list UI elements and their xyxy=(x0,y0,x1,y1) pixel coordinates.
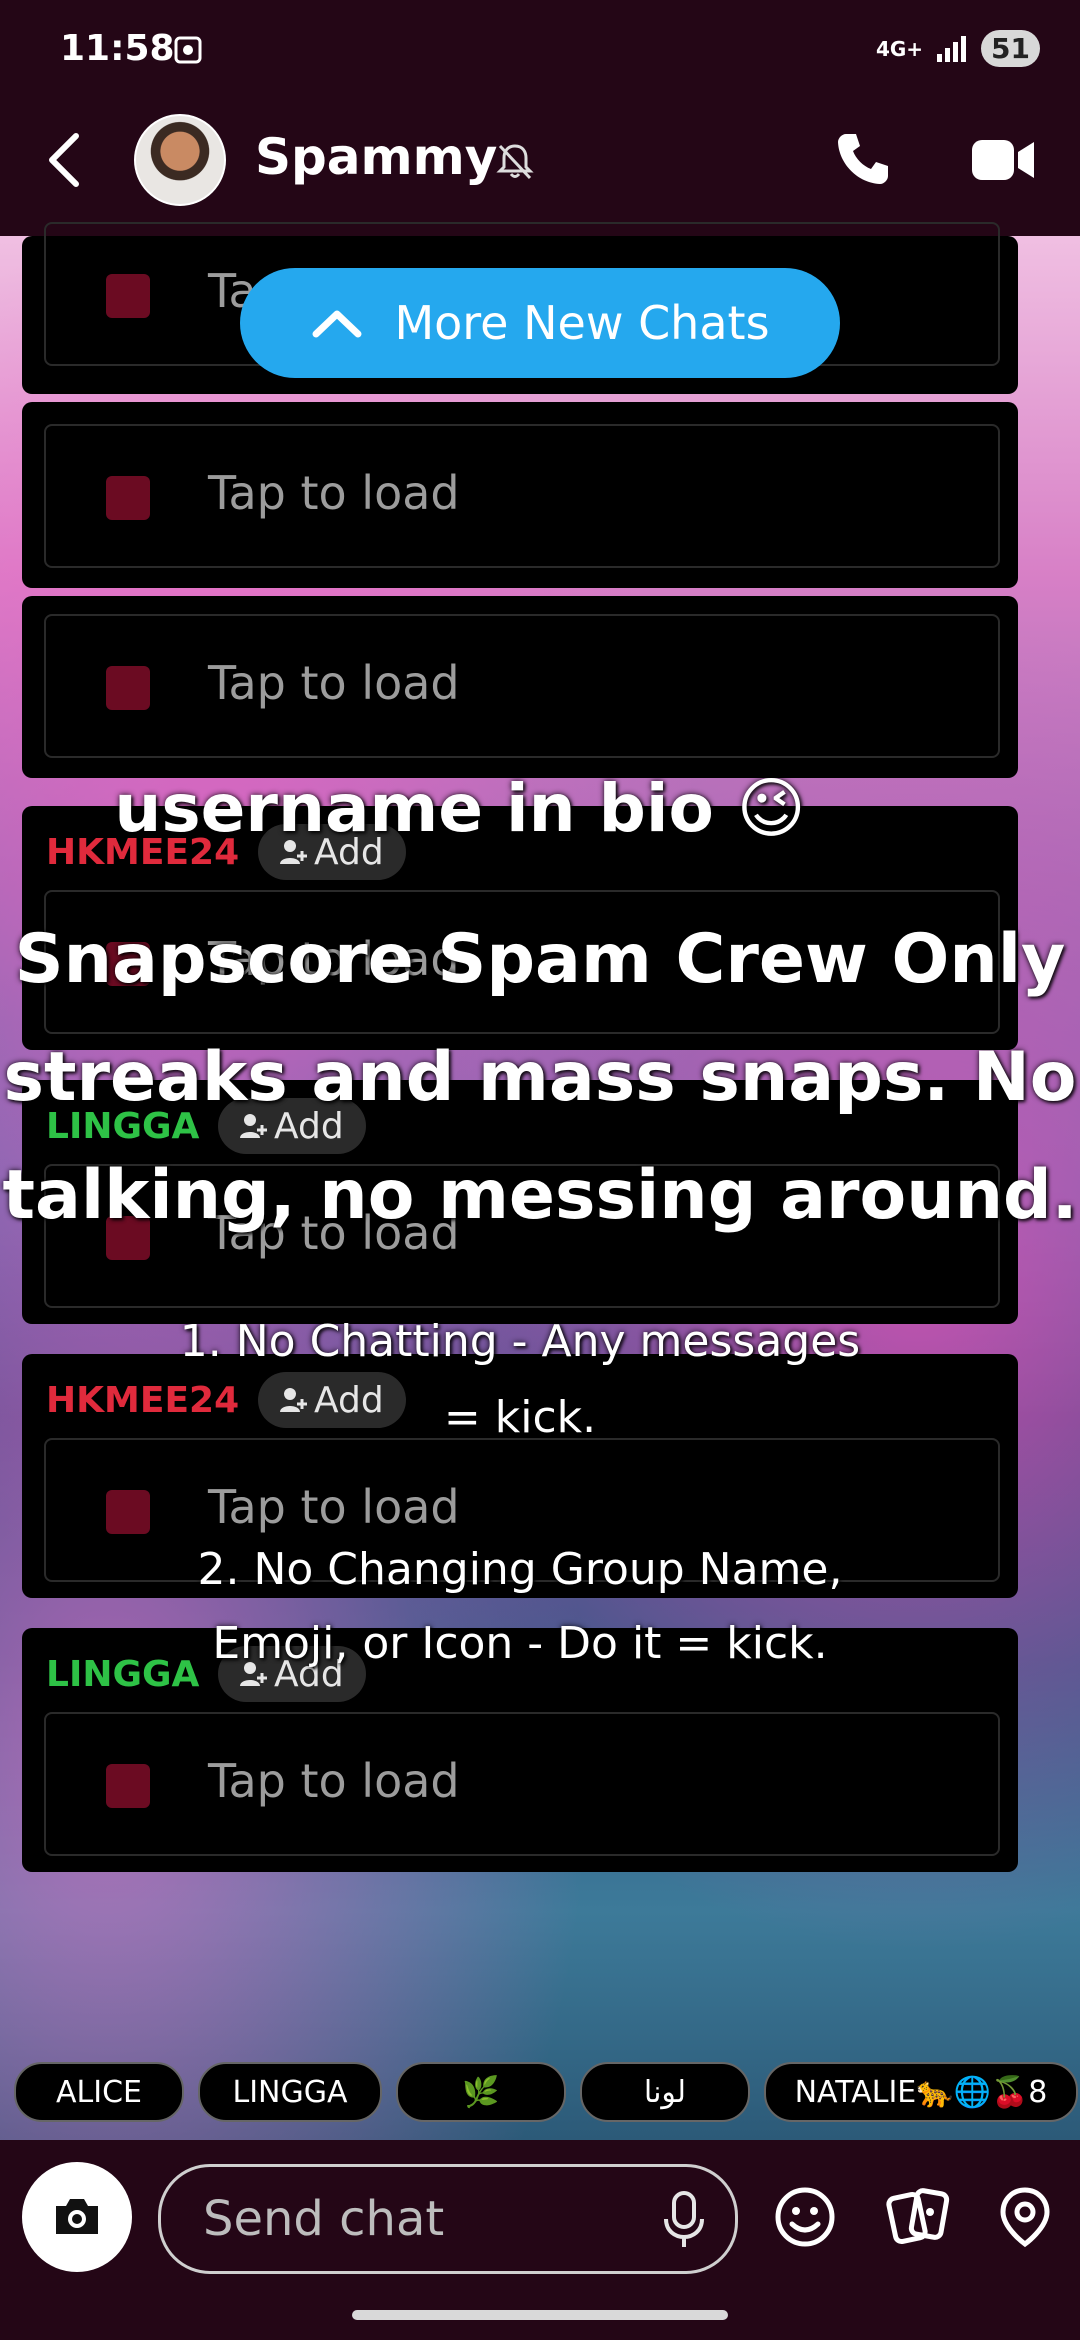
more-new-chats-label: More New Chats xyxy=(394,296,770,350)
overlay-rule-1a: 1. No Chatting - Any messages xyxy=(179,1316,861,1367)
tap-to-load-label: Tap to load xyxy=(208,466,460,520)
chat-header: Spammy xyxy=(0,100,1080,236)
tap-to-load-label: Tap to load xyxy=(208,656,460,710)
send-chat-input[interactable]: Send chat xyxy=(158,2164,738,2274)
message-card: Tap to load xyxy=(22,596,1018,778)
overlay-line-4: talking, no messing around. xyxy=(2,1156,1078,1235)
overlay-line-3: streaks and mass snaps. No xyxy=(3,1038,1077,1117)
snap-placeholder[interactable]: Tap to load xyxy=(44,614,1000,758)
tap-to-load-label: Tap to load xyxy=(208,1754,460,1808)
camera-button[interactable] xyxy=(22,2162,132,2272)
video-call-icon[interactable] xyxy=(970,134,1036,186)
signal-icon xyxy=(937,35,967,62)
more-new-chats-button[interactable]: More New Chats xyxy=(240,268,840,378)
overlay-rule-2a: 2. No Changing Group Name, xyxy=(197,1544,843,1595)
screen-record-icon xyxy=(174,36,202,64)
chat-title[interactable]: Spammy xyxy=(255,128,497,186)
snap-placeholder[interactable]: Tap to load xyxy=(44,424,1000,568)
camera-icon xyxy=(56,2199,98,2234)
tap-to-load-label: Tap to load xyxy=(208,1480,460,1534)
unopened-snap-icon xyxy=(106,476,150,520)
message-card: Tap to load xyxy=(22,402,1018,588)
overlay-line-1: username in bio 😉 xyxy=(114,770,806,847)
status-bar: 11:58 4G+ 51 xyxy=(0,0,1080,100)
status-indicators: 4G+ 51 xyxy=(876,30,1040,67)
overlay-rule-2b: Emoji, or Icon - Do it = kick. xyxy=(212,1618,828,1669)
member-chip[interactable]: NATALIE🐆🌐🍒8 xyxy=(764,2062,1078,2122)
member-chip[interactable]: LINGGA xyxy=(198,2062,382,2122)
unopened-snap-icon xyxy=(106,274,150,318)
unopened-snap-icon xyxy=(106,666,150,710)
chevron-up-icon xyxy=(312,310,362,338)
phone-call-icon[interactable] xyxy=(832,128,894,190)
battery-level: 51 xyxy=(981,30,1040,67)
network-type: 4G+ xyxy=(875,36,924,61)
microphone-icon[interactable] xyxy=(657,2189,711,2251)
home-indicator xyxy=(352,2310,728,2320)
member-chip[interactable]: ALICE xyxy=(14,2062,184,2122)
member-chip[interactable]: لونا xyxy=(580,2062,750,2122)
unopened-snap-icon xyxy=(106,1764,150,1808)
muted-bell-icon xyxy=(496,144,534,180)
snap-placeholder[interactable]: Tap to load xyxy=(44,1712,1000,1856)
back-arrow-icon[interactable] xyxy=(44,130,84,190)
emoji-icon[interactable] xyxy=(772,2184,838,2250)
overlay-rule-1b: = kick. xyxy=(443,1392,597,1443)
location-pin-icon[interactable] xyxy=(992,2184,1058,2250)
overlay-line-2: Snapscore Spam Crew Only xyxy=(14,920,1066,999)
group-avatar[interactable] xyxy=(134,114,226,206)
member-chips-row: ALICE LINGGA 🌿 لونا NATALIE🐆🌐🍒8 xyxy=(0,2062,1080,2122)
member-chip[interactable]: 🌿 xyxy=(396,2062,566,2122)
chat-composer-bar: Send chat xyxy=(0,2140,1080,2340)
unopened-snap-icon xyxy=(106,1490,150,1534)
send-chat-placeholder: Send chat xyxy=(203,2191,445,2247)
stickers-cards-icon[interactable] xyxy=(886,2184,952,2250)
status-time: 11:58 xyxy=(60,28,175,69)
